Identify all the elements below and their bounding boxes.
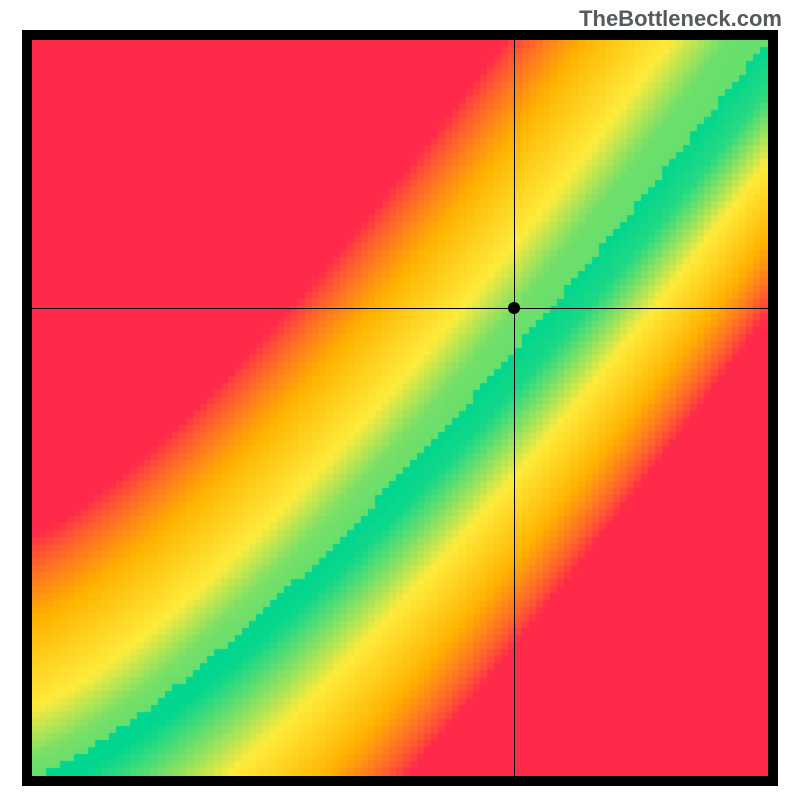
plot-frame [22,30,778,786]
crosshair-vertical [514,40,515,776]
attribution-text: TheBottleneck.com [579,6,782,32]
heatmap-canvas [32,40,768,776]
plot-area [32,40,768,776]
crosshair-horizontal [32,308,768,309]
data-point-marker [508,302,520,314]
